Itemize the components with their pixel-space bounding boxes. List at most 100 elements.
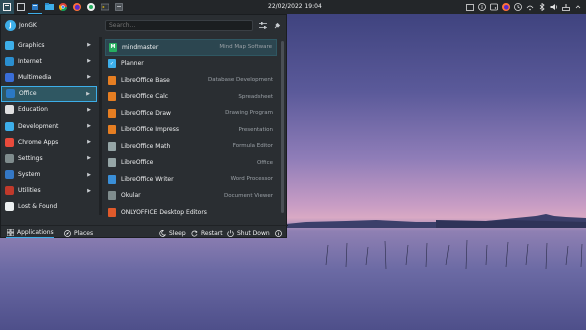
chrome-icon — [59, 3, 67, 11]
chevron-right-icon: ▶ — [87, 187, 91, 194]
app-item[interactable]: Okular Document Viewer — [105, 188, 277, 205]
app-description: Spreadsheet — [238, 93, 273, 100]
app-item[interactable]: ✓ Planner — [105, 56, 277, 73]
category-item-chrome-apps[interactable]: Chrome Apps ▶ — [1, 134, 97, 150]
sleep-label: Sleep — [169, 229, 186, 237]
application-launcher: J JonGK Graphics▶Internet▶Multimedia▶Off… — [0, 14, 288, 238]
chevron-right-icon: ▶ — [87, 123, 91, 130]
category-label: Settings — [18, 154, 43, 162]
pin-button[interactable] — [272, 20, 283, 31]
clock-tray-icon[interactable] — [514, 3, 522, 11]
app-icon — [108, 158, 116, 168]
app-description: Database Development — [207, 77, 273, 84]
app-icon: ✓ — [108, 59, 116, 69]
app-item[interactable]: LibreOffice Draw Drawing Program — [105, 105, 277, 122]
taskbar-media[interactable] — [84, 0, 98, 14]
tab-applications[interactable]: Applications — [6, 228, 54, 238]
taskbar-files[interactable] — [42, 0, 56, 14]
network-icon[interactable] — [562, 3, 570, 11]
app-list-scrollbar[interactable] — [281, 41, 284, 213]
volume-icon[interactable] — [550, 3, 558, 11]
taskbar-stack[interactable] — [28, 0, 42, 14]
app-name: LibreOffice Draw — [121, 109, 171, 117]
shutdown-button[interactable]: Shut Down — [226, 228, 270, 238]
restart-button[interactable]: Restart — [190, 228, 223, 238]
bluetooth-icon[interactable] — [538, 3, 546, 11]
category-icon — [5, 72, 14, 82]
window-icon — [17, 3, 25, 11]
category-item-lost-found[interactable]: Lost & Found — [1, 199, 97, 215]
category-icon — [5, 170, 14, 180]
chevron-right-icon: ▶ — [87, 58, 91, 65]
app-item[interactable]: LibreOffice Base Database Development — [105, 72, 277, 89]
taskbar-chrome[interactable] — [56, 0, 70, 14]
desktop-button[interactable] — [14, 0, 28, 14]
category-item-office[interactable]: Office ▶ — [1, 85, 97, 102]
category-item-graphics[interactable]: Graphics ▶ — [1, 37, 97, 53]
panel-clock[interactable]: 22/02/2022 19:04 — [268, 0, 322, 14]
restart-label: Restart — [201, 229, 223, 237]
app-icon — [108, 75, 116, 85]
category-icon — [5, 202, 14, 212]
category-label: Development — [18, 122, 59, 130]
tab-places[interactable]: Places — [63, 228, 93, 238]
username: JonGK — [19, 22, 37, 29]
category-label: Office — [19, 90, 37, 98]
category-item-settings[interactable]: Settings ▶ — [1, 150, 97, 166]
category-item-development[interactable]: Development ▶ — [1, 118, 97, 134]
grid-icon — [6, 229, 14, 237]
app-launcher-button[interactable] — [0, 0, 14, 14]
app-item[interactable]: LibreOffice Calc Spreadsheet — [105, 89, 277, 106]
search-input[interactable] — [105, 20, 253, 31]
taskbar-terminal[interactable] — [98, 0, 112, 14]
app-icon — [108, 207, 116, 217]
app-icon — [108, 141, 116, 151]
more-info-icon — [274, 229, 282, 237]
tab-applications-label: Applications — [17, 229, 54, 236]
app-item[interactable]: LibreOffice Office — [105, 155, 277, 172]
category-item-multimedia[interactable]: Multimedia ▶ — [1, 69, 97, 85]
app-item[interactable]: LibreOffice Math Formula Editor — [105, 138, 277, 155]
app-item[interactable]: LibreOffice Writer Word Processor — [105, 171, 277, 188]
compass-icon — [63, 229, 71, 237]
category-item-utilities[interactable]: Utilities ▶ — [1, 183, 97, 199]
more-power-options-button[interactable] — [274, 228, 285, 238]
expand-icon[interactable] — [574, 3, 582, 11]
app-item[interactable]: LibreOffice Impress Presentation — [105, 122, 277, 139]
disk-icon[interactable] — [490, 3, 498, 11]
category-icon — [5, 105, 14, 115]
app-icon — [108, 108, 116, 118]
app-description: Drawing Program — [225, 110, 273, 117]
category-icon — [5, 56, 14, 66]
window-list-icon[interactable] — [466, 3, 474, 11]
wallpaper-reeds — [325, 239, 583, 270]
category-item-system[interactable]: System ▶ — [1, 167, 97, 183]
taskbar-firefox[interactable] — [70, 0, 84, 14]
wifi-icon[interactable] — [526, 3, 534, 11]
firefox-tray-icon[interactable] — [502, 3, 510, 11]
stack-icon — [32, 3, 38, 10]
app-name: LibreOffice Math — [121, 142, 171, 150]
category-label: Lost & Found — [18, 203, 58, 211]
sliders-icon — [258, 22, 267, 29]
chevron-right-icon: ▶ — [87, 155, 91, 162]
category-icon — [5, 153, 14, 163]
category-icon — [5, 137, 14, 147]
wallpaper-hills — [286, 214, 586, 228]
shutdown-label: Shut Down — [237, 229, 270, 237]
category-item-internet[interactable]: Internet ▶ — [1, 53, 97, 69]
category-item-education[interactable]: Education ▶ — [1, 102, 97, 118]
app-item[interactable]: Mmindmaster Mind Map Software — [105, 39, 277, 56]
configure-button[interactable] — [257, 20, 268, 31]
app-name: mindmaster — [122, 43, 159, 51]
sleep-button[interactable]: Sleep — [158, 228, 186, 238]
chevron-right-icon: ▶ — [86, 90, 90, 97]
app-description: Office — [256, 159, 273, 166]
taskbar-notes[interactable] — [112, 0, 126, 14]
category-label: Internet — [18, 57, 42, 65]
app-item[interactable]: ONLYOFFICE Desktop Editors — [105, 204, 277, 221]
avatar[interactable]: J — [5, 20, 16, 31]
files-icon — [44, 3, 54, 10]
app-icon — [108, 125, 116, 135]
info-icon[interactable] — [478, 3, 486, 11]
